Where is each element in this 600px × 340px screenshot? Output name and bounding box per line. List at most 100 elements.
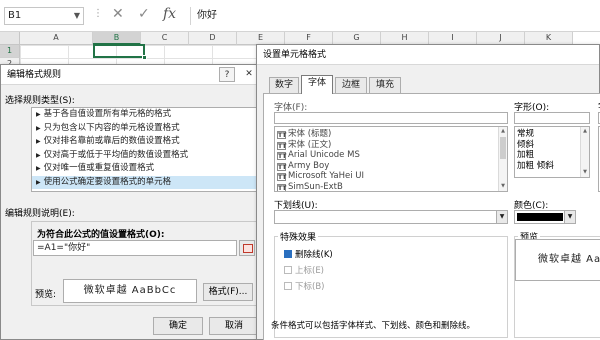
scroll-up-icon[interactable]: ▲ [499, 127, 507, 136]
rule-type-label: 使用公式确定要设置格式的单元格 [43, 176, 172, 187]
rule-type-item[interactable]: ▶ 基于各自值设置所有单元格的格式 [32, 108, 256, 122]
font-list[interactable]: TT 宋体 (标题) TT 宋体 (正文) TT Arial Unicode MS TT Ar… [274, 126, 508, 192]
row-header[interactable]: 1 [0, 45, 20, 58]
fill-handle[interactable] [142, 55, 147, 60]
column-header[interactable]: A [20, 32, 93, 45]
cancel-icon[interactable]: ✕ [112, 6, 124, 22]
rule-type-item[interactable]: ▶ 仅对唯一值或重复值设置格式 [32, 162, 256, 176]
rule-type-label: 仅对高于或低于平均值的数值设置格式 [43, 149, 189, 160]
collapse-dialog-button[interactable] [239, 240, 255, 256]
font-item-label: 宋体 (正文) [288, 139, 332, 150]
triangle-right-icon: ▶ [36, 111, 41, 118]
name-box-value: B1 [8, 10, 22, 21]
enter-icon[interactable]: ✓ [138, 6, 150, 22]
selected-cell[interactable] [93, 44, 147, 60]
font-item[interactable]: TT Arial Unicode MS [275, 150, 507, 161]
font-name-input[interactable] [274, 112, 508, 124]
truetype-font-icon: TT [277, 173, 287, 181]
font-item-label: Arial Unicode MS [288, 150, 360, 160]
strikethrough-label: 删除线(K) [295, 250, 333, 260]
scroll-down-icon[interactable]: ▼ [581, 168, 589, 177]
select-all-corner[interactable] [0, 32, 20, 45]
strikethrough-checkbox[interactable]: 删除线(K) [284, 248, 333, 260]
font-item[interactable]: TT Army Boy [275, 161, 507, 172]
triangle-right-icon: ▶ [36, 124, 41, 132]
column-header[interactable]: D [189, 32, 237, 45]
checkbox-icon [284, 282, 292, 290]
triangle-right-icon: ▶ [36, 138, 41, 145]
tab[interactable]: 边框 [335, 77, 367, 93]
formula-input[interactable]: 你好 [190, 7, 600, 25]
checkbox-icon [284, 266, 292, 274]
effects-label: 特殊效果 [278, 230, 319, 243]
scroll-up-icon[interactable]: ▲ [581, 127, 589, 136]
preview-label: 预览: [35, 290, 57, 300]
rule-type-label: 仅对排名靠前或靠后的数值设置格式 [43, 136, 180, 146]
font-item-label: Microsoft YaHei UI [288, 171, 365, 181]
help-button[interactable]: ? [219, 67, 235, 82]
truetype-font-icon: TT [277, 131, 287, 139]
conditional-format-note: 条件格式可以包括字体样式、下划线、颜色和删除线。 [271, 321, 476, 331]
subscript-checkbox[interactable]: 下标(B) [284, 280, 324, 292]
font-item[interactable]: TT SimSun-ExtB [275, 181, 507, 192]
rule-type-label: 基于各自值设置所有单元格的格式 [43, 109, 172, 119]
rule-type-item[interactable]: ▶ 仅对高于或低于平均值的数值设置格式 [32, 149, 256, 163]
format-cells-dialog-title: 设置单元格格式 [257, 45, 599, 65]
superscript-label: 上标(E) [295, 266, 325, 276]
style-item[interactable]: 加粗 [515, 150, 589, 161]
superscript-checkbox[interactable]: 上标(E) [284, 264, 324, 276]
font-item[interactable]: TT 宋体 (正文) [275, 140, 507, 151]
rule-type-item[interactable]: ▶ 使用公式确定要设置格式的单元格 [32, 175, 256, 189]
scroll-down-icon[interactable]: ▼ [499, 182, 507, 191]
font-item-label: SimSun-ExtB [288, 181, 343, 192]
font-item[interactable]: TT Microsoft YaHei UI [275, 171, 507, 182]
font-item-label: 宋体 (标题) [288, 129, 332, 139]
style-item[interactable]: 常规 [515, 129, 589, 140]
font-preview: 微软卓越 Aa [515, 239, 600, 281]
font-item-label: Army Boy [288, 160, 330, 171]
color-select[interactable]: ▼ [514, 210, 576, 224]
truetype-font-icon: TT [277, 141, 287, 150]
font-item[interactable]: TT 宋体 (标题) [275, 129, 507, 140]
triangle-right-icon: ▶ [36, 178, 41, 186]
rule-type-item[interactable]: ▶ 仅对排名靠前或靠后的数值设置格式 [32, 135, 256, 149]
format-cells-dialog: 设置单元格格式 数字 字体 边框 填充 字体(F): TT 宋体 (标题) TT 宋体 (正… [256, 44, 600, 340]
style-list-scrollbar[interactable]: ▲ ▼ [580, 127, 589, 177]
ok-button[interactable]: 确定 [153, 317, 203, 335]
insert-function-icon[interactable]: fx [163, 6, 176, 22]
color-swatch [517, 213, 563, 221]
chevron-down-icon[interactable]: ▼ [74, 8, 80, 24]
font-list-scrollbar[interactable]: ▲ ▼ [498, 127, 507, 191]
truetype-font-icon: TT [277, 183, 287, 192]
formula-input[interactable]: =A1="你好" [33, 240, 237, 256]
tab[interactable]: 填充 [369, 77, 401, 93]
cancel-button[interactable]: 取消 [209, 317, 259, 335]
truetype-font-icon: TT [277, 152, 287, 160]
subscript-label: 下标(B) [295, 282, 325, 292]
rule-type-label: 只为包含以下内容的单元格设置格式 [43, 122, 180, 133]
formula-bar: B1 ▼ ⋮ ✕ ✓ fx 你好 [0, 0, 600, 32]
name-box[interactable]: B1 ▼ [4, 7, 84, 25]
formula-label: 为符合此公式的值设置格式(O): [37, 230, 165, 240]
rule-type-label: 仅对唯一值或重复值设置格式 [43, 163, 155, 173]
style-item[interactable]: 倾斜 [515, 140, 589, 151]
rule-type-item[interactable]: ▶ 只为包含以下内容的单元格设置格式 [32, 122, 256, 136]
style-item[interactable]: 加粗 倾斜 [515, 161, 589, 172]
tab[interactable]: 字体 [301, 75, 333, 94]
format-button[interactable]: 格式(F)... [203, 283, 253, 301]
rule-type-list[interactable]: ▶ 基于各自值设置所有单元格的格式 ▶ 只为包含以下内容的单元格设置格式 ▶ 仅对排名靠前… [31, 107, 257, 192]
scroll-thumb[interactable] [500, 137, 506, 159]
edit-rule-dialog: 编辑格式规则 ? ✕ 选择规则类型(S): ▶ 基于各自值设置所有单元格的格式 ▶ 只… [0, 64, 262, 340]
column-header[interactable]: C [141, 32, 189, 45]
style-input[interactable] [514, 112, 590, 124]
underline-select[interactable]: ▼ [274, 210, 508, 224]
tab[interactable]: 数字 [269, 77, 299, 93]
rule-preview: 微软卓越 AaBbCc [63, 279, 197, 303]
truetype-font-icon: TT [277, 162, 287, 171]
checkbox-checked-icon [284, 250, 292, 258]
close-icon[interactable]: ✕ [241, 67, 257, 82]
style-list[interactable]: 常规 倾斜 加粗 加粗 倾斜 ▲ ▼ [514, 126, 590, 178]
chevron-down-icon[interactable]: ▼ [496, 211, 507, 223]
chevron-down-icon[interactable]: ▼ [564, 211, 575, 223]
rule-type-label: 选择规则类型(S): [5, 96, 75, 106]
